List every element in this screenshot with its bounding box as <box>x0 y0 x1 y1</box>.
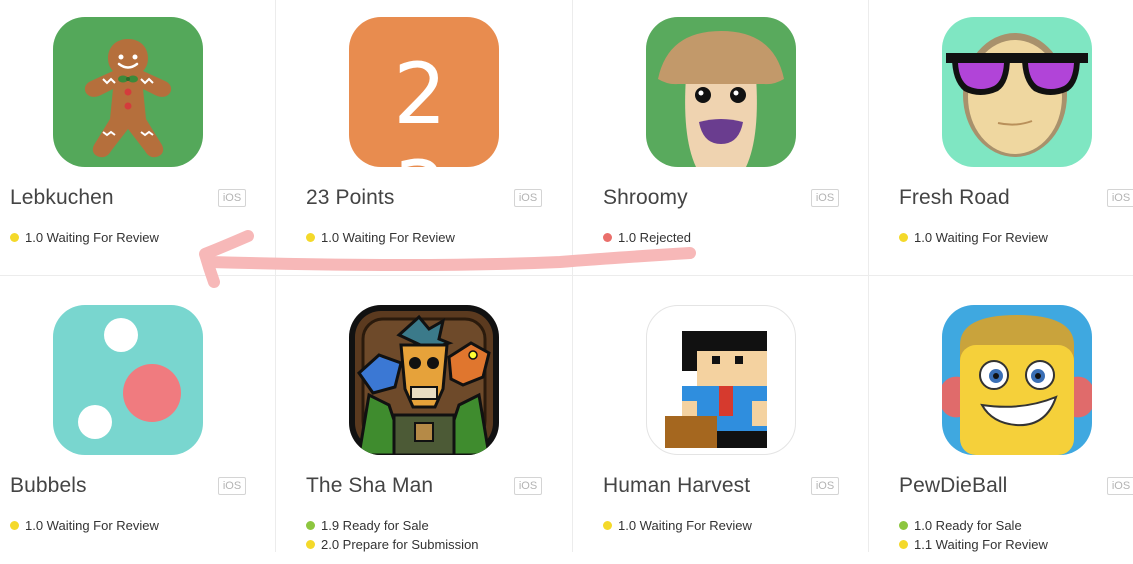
app-card-lebkuchen[interactable]: Lebkuchen iOS 1.0 Waiting For Review <box>0 0 296 276</box>
app-card-bubbels[interactable]: Bubbels iOS 1.0 Waiting For Review <box>0 288 296 564</box>
status-line: 1.0 Waiting For Review <box>10 518 159 533</box>
app-grid: Lebkuchen iOS 1.0 Waiting For Review 2 3… <box>0 0 1133 552</box>
shaman-icon[interactable] <box>349 305 499 455</box>
gingerbread-icon[interactable] <box>53 17 203 167</box>
status-line: 1.0 Waiting For Review <box>603 518 752 533</box>
app-name[interactable]: Human Harvest <box>603 474 750 498</box>
app-name[interactable]: 23 Points <box>306 186 394 210</box>
status-line: 1.1 Waiting For Review <box>899 537 1048 552</box>
status-line: 1.9 Ready for Sale <box>306 518 429 533</box>
app-card-pewdieball[interactable]: PewDieBall iOS 1.0 Ready for Sale 1.1 Wa… <box>889 288 1133 564</box>
status-line: 1.0 Waiting For Review <box>306 230 455 245</box>
app-name[interactable]: The Sha Man <box>306 474 433 498</box>
status-text: 1.0 Waiting For Review <box>618 518 752 533</box>
app-card-human-harvest[interactable]: Human Harvest iOS 1.0 Waiting For Review <box>593 288 889 564</box>
status-text: 2.0 Prepare for Submission <box>321 537 479 552</box>
status-text: 1.0 Ready for Sale <box>914 518 1022 533</box>
sunglasses-face-icon[interactable] <box>942 17 1092 167</box>
status-text: 1.9 Ready for Sale <box>321 518 429 533</box>
platform-badge: iOS <box>218 477 246 495</box>
platform-badge: iOS <box>218 189 246 207</box>
status-text: 1.0 Rejected <box>618 230 691 245</box>
status-dot-icon <box>10 521 19 530</box>
app-card-shroomy[interactable]: Shroomy iOS 1.0 Rejected <box>593 0 889 276</box>
platform-badge: iOS <box>811 189 839 207</box>
status-line: 1.0 Waiting For Review <box>899 230 1048 245</box>
mushroom-icon[interactable] <box>646 17 796 167</box>
app-card-fresh-road[interactable]: Fresh Road iOS 1.0 Waiting For Review <box>889 0 1133 276</box>
status-dot-icon <box>306 521 315 530</box>
status-text: 1.0 Waiting For Review <box>25 518 159 533</box>
status-dot-icon <box>603 233 612 242</box>
status-line: 1.0 Ready for Sale <box>899 518 1022 533</box>
app-name[interactable]: Shroomy <box>603 186 688 210</box>
pixel-man-icon[interactable] <box>646 305 796 455</box>
numbers-23-icon[interactable]: 2 3 <box>349 17 499 167</box>
app-name[interactable]: Bubbels <box>10 474 87 498</box>
app-name[interactable]: Lebkuchen <box>10 186 114 210</box>
app-name[interactable]: Fresh Road <box>899 186 1010 210</box>
status-dot-icon <box>306 540 315 549</box>
platform-badge: iOS <box>1107 477 1133 495</box>
platform-badge: iOS <box>514 477 542 495</box>
status-dot-icon <box>603 521 612 530</box>
platform-badge: iOS <box>514 189 542 207</box>
status-text: 1.1 Waiting For Review <box>914 537 1048 552</box>
app-card-the-sha-man[interactable]: The Sha Man iOS 1.9 Ready for Sale 2.0 P… <box>296 288 592 564</box>
status-dot-icon <box>899 540 908 549</box>
platform-badge: iOS <box>811 477 839 495</box>
status-text: 1.0 Waiting For Review <box>25 230 159 245</box>
pewdieball-face-icon[interactable] <box>942 305 1092 455</box>
status-dot-icon <box>899 233 908 242</box>
status-line: 1.0 Rejected <box>603 230 691 245</box>
icon-numbers: 2 3 <box>393 45 455 167</box>
status-line: 1.0 Waiting For Review <box>10 230 159 245</box>
status-text: 1.0 Waiting For Review <box>914 230 1048 245</box>
status-dot-icon <box>10 233 19 242</box>
status-line: 2.0 Prepare for Submission <box>306 537 479 552</box>
platform-badge: iOS <box>1107 189 1133 207</box>
status-text: 1.0 Waiting For Review <box>321 230 455 245</box>
status-dot-icon <box>899 521 908 530</box>
status-dot-icon <box>306 233 315 242</box>
bubbles-icon[interactable] <box>53 305 203 455</box>
app-card-23-points[interactable]: 2 3 23 Points iOS 1.0 Waiting For Review <box>296 0 592 276</box>
app-name[interactable]: PewDieBall <box>899 474 1007 498</box>
